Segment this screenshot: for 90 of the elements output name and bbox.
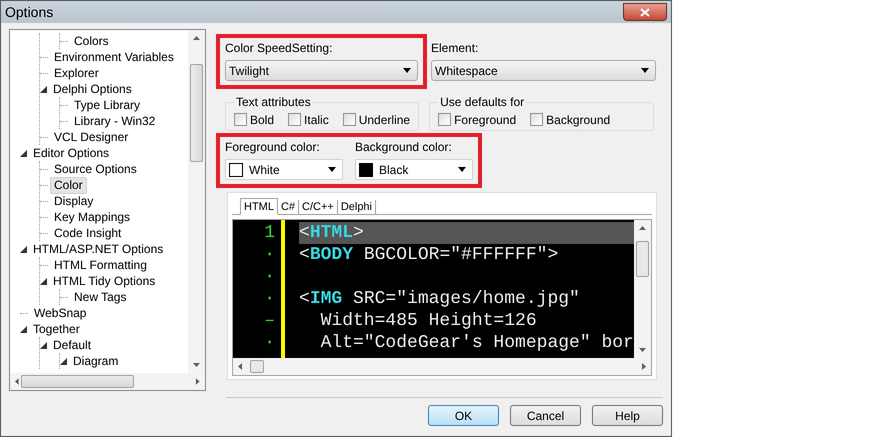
checkbox-box[interactable] bbox=[288, 113, 302, 126]
checkbox-label: Background bbox=[546, 112, 610, 126]
caret-icon bbox=[641, 68, 649, 73]
scroll-thumb[interactable] bbox=[250, 360, 264, 373]
scroll-up-icon[interactable] bbox=[639, 224, 646, 231]
field-label: Color SpeedSetting: bbox=[225, 41, 334, 55]
checkbox-label: Italic bbox=[304, 112, 329, 126]
language-tab[interactable]: HTML bbox=[240, 198, 278, 215]
tree-item[interactable]: Colors bbox=[70, 32, 113, 50]
dropdown[interactable]: Twilight bbox=[225, 60, 418, 81]
line-marker: · bbox=[263, 244, 276, 266]
code-line: Width=485 Height=126 bbox=[320, 310, 538, 332]
tree-item[interactable]: Delphi Options bbox=[49, 80, 136, 98]
checkbox-box[interactable] bbox=[234, 113, 247, 126]
scroll-thumb[interactable] bbox=[190, 64, 203, 162]
code-line: Alt="CodeGear's Homepage" bor bbox=[320, 332, 634, 354]
dropdown[interactable]: Whitespace bbox=[431, 60, 656, 81]
horizontal-scrollbar[interactable] bbox=[233, 358, 651, 375]
expander-icon[interactable] bbox=[40, 86, 47, 92]
scroll-up-icon[interactable] bbox=[193, 34, 200, 41]
tree-item[interactable]: Editor Options bbox=[29, 144, 114, 162]
scroll-thumb[interactable] bbox=[20, 375, 134, 388]
tree-item[interactable]: Display bbox=[50, 192, 98, 210]
tree-item[interactable]: WebSnap bbox=[30, 304, 90, 322]
close-button[interactable] bbox=[623, 3, 667, 21]
expander-icon[interactable] bbox=[20, 150, 27, 156]
vertical-scrollbar[interactable] bbox=[188, 30, 205, 373]
tree-item[interactable]: Default bbox=[49, 336, 96, 354]
tree-item[interactable]: New Tags bbox=[70, 288, 130, 306]
tree-item[interactable]: VCL Designer bbox=[50, 128, 132, 146]
caret-icon bbox=[328, 167, 336, 172]
tree-item[interactable]: Source Options bbox=[50, 160, 141, 178]
tree-item[interactable]: HTML Tidy Options bbox=[49, 272, 160, 290]
tree-item[interactable]: Library - Win32 bbox=[70, 112, 160, 130]
line-marker: 1 bbox=[263, 222, 276, 244]
scroll-down-icon[interactable] bbox=[193, 362, 200, 369]
scroll-left-icon[interactable] bbox=[237, 363, 244, 370]
color-dropdown[interactable]: Black bbox=[355, 159, 473, 180]
code-line: <IMG SRC="images/home.jpg" bbox=[299, 288, 581, 310]
checkbox[interactable]: Italic bbox=[288, 112, 329, 126]
expander-icon[interactable] bbox=[20, 326, 27, 332]
code-line: <BODY BGCOLOR="#FFFFFF"> bbox=[299, 244, 560, 266]
vertical-scrollbar[interactable] bbox=[634, 220, 651, 358]
tree-item[interactable]: Diagram bbox=[69, 352, 122, 370]
line-marker: · bbox=[263, 288, 276, 310]
scroll-right-icon[interactable] bbox=[194, 378, 201, 385]
caret-icon bbox=[403, 68, 411, 73]
expander-icon[interactable] bbox=[40, 278, 47, 284]
line-marker: · bbox=[263, 266, 276, 288]
dialog-button[interactable]: Cancel bbox=[510, 405, 581, 426]
expander-icon[interactable] bbox=[20, 246, 27, 252]
tree-item[interactable]: Explorer bbox=[50, 64, 103, 82]
checkbox-box[interactable] bbox=[530, 113, 544, 126]
tree-item[interactable]: Environment Variables bbox=[50, 48, 178, 66]
horizontal-scrollbar[interactable] bbox=[10, 373, 205, 390]
scroll-left-icon[interactable] bbox=[14, 378, 21, 385]
tree-item[interactable]: HTML/ASP.NET Options bbox=[29, 240, 168, 258]
tree-item[interactable]: Code Insight bbox=[50, 224, 126, 242]
dialog-button[interactable]: OK bbox=[428, 405, 499, 426]
checkbox-label: Bold bbox=[250, 112, 274, 126]
expander-icon[interactable] bbox=[60, 358, 67, 364]
tree-item[interactable]: Type Library bbox=[70, 96, 144, 114]
tree-item[interactable]: HTML Formatting bbox=[50, 256, 151, 274]
field-label: Element: bbox=[431, 41, 480, 55]
tree-item[interactable]: Color bbox=[50, 176, 87, 194]
expander-icon[interactable] bbox=[40, 342, 47, 348]
tree-item[interactable]: Key Mappings bbox=[50, 208, 134, 226]
group-title: Use defaults for bbox=[439, 95, 526, 109]
checkbox-label: Foreground bbox=[454, 112, 516, 126]
checkbox[interactable]: Background bbox=[530, 112, 610, 126]
dialog-button[interactable]: Help bbox=[592, 405, 663, 426]
close-icon bbox=[640, 8, 650, 16]
line-marker: – bbox=[263, 310, 276, 332]
tree-item[interactable]: Together bbox=[29, 320, 84, 338]
window-title: Options bbox=[5, 4, 54, 20]
checkbox-box[interactable] bbox=[342, 113, 356, 126]
scroll-thumb[interactable] bbox=[636, 241, 649, 277]
scroll-down-icon[interactable] bbox=[639, 347, 646, 354]
checkbox[interactable]: Bold bbox=[234, 112, 274, 126]
field-label: Background color: bbox=[355, 140, 453, 154]
checkbox[interactable]: Underline bbox=[342, 112, 410, 126]
caret-icon bbox=[458, 167, 466, 172]
checkbox-box[interactable] bbox=[438, 113, 452, 126]
line-marker: · bbox=[263, 332, 276, 354]
color-dropdown[interactable]: White bbox=[225, 159, 343, 180]
checkbox-label: Underline bbox=[358, 112, 410, 126]
checkbox[interactable]: Foreground bbox=[438, 112, 516, 126]
group-title: Text attributes bbox=[235, 95, 312, 109]
scroll-right-icon[interactable] bbox=[640, 363, 647, 370]
field-label: Foreground color: bbox=[225, 140, 321, 154]
